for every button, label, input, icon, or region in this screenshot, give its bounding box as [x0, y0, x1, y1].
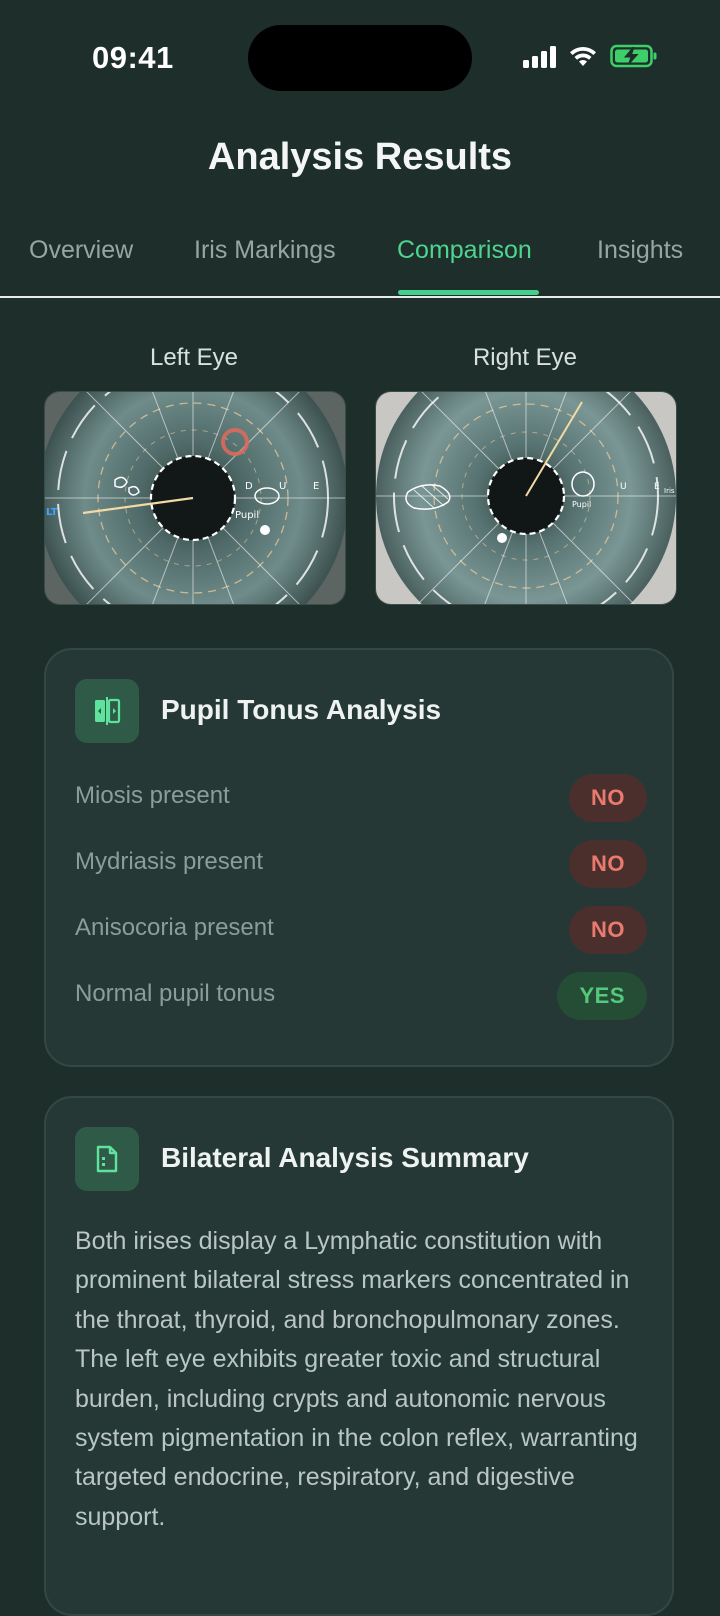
- status-time: 09:41: [92, 40, 174, 75]
- tonus-row-miosis: Miosis present NO: [75, 774, 647, 822]
- tonus-row-anisocoria: Anisocoria present NO: [75, 906, 647, 954]
- cellular-signal-icon: [523, 44, 556, 68]
- right-eye-overlay-e: E: [654, 482, 660, 492]
- status-icons: [523, 44, 658, 68]
- right-eye-overlay-u: U: [620, 482, 627, 492]
- left-eye-label: Left Eye: [149, 344, 239, 371]
- pupil-tonus-title: Pupil Tonus Analysis: [161, 694, 442, 725]
- status-badge: NO: [569, 906, 647, 954]
- left-eye-overlay-u: U: [279, 481, 286, 492]
- compare-icon: [75, 679, 139, 743]
- tab-bar: Overview Iris Markings Comparison Insigh…: [0, 226, 720, 298]
- status-badge: NO: [569, 774, 647, 822]
- left-eye-image[interactable]: LT D U E Pupil: [44, 391, 346, 605]
- page-title: Analysis Results: [207, 136, 513, 178]
- left-eye-overlay-pupil: Pupil: [235, 510, 259, 521]
- tonus-label: Miosis present: [75, 782, 230, 809]
- tab-insights[interactable]: Insights: [597, 236, 683, 265]
- summary-text: Both irises display a Lymphatic constitu…: [75, 1227, 638, 1531]
- left-eye-overlay-d: D: [245, 481, 253, 492]
- tab-overview[interactable]: Overview: [29, 236, 133, 265]
- document-icon: [75, 1127, 139, 1191]
- summary-title: Bilateral Analysis Summary: [161, 1142, 529, 1173]
- battery-charging-icon: [610, 44, 657, 68]
- tab-comparison[interactable]: Comparison: [397, 236, 532, 265]
- status-bar: 09:41: [0, 0, 720, 110]
- active-tab-indicator: [398, 290, 539, 295]
- status-badge: NO: [569, 840, 647, 888]
- tonus-label: Normal pupil tonus: [75, 980, 276, 1007]
- bilateral-summary-card: Bilateral Analysis Summary Both irises d…: [44, 1096, 674, 1616]
- left-eye-overlay-lt: LT: [46, 507, 58, 518]
- status-badge: YES: [557, 972, 647, 1020]
- right-eye-image[interactable]: U E Iris Pupil: [375, 391, 677, 605]
- tonus-label: Mydriasis present: [75, 848, 264, 875]
- right-eye-overlay-iris: Iris: [664, 487, 675, 495]
- left-eye-overlay-e: E: [313, 481, 319, 492]
- tonus-row-normal: Normal pupil tonus YES: [75, 972, 647, 1020]
- dynamic-island: [248, 25, 472, 91]
- wifi-icon: [570, 46, 596, 66]
- tonus-label: Anisocoria present: [75, 914, 274, 941]
- right-eye-overlay-pupil: Pupil: [572, 500, 591, 509]
- tab-iris-markings[interactable]: Iris Markings: [194, 236, 336, 265]
- tonus-row-mydriasis: Mydriasis present NO: [75, 840, 647, 888]
- pupil-tonus-card: Pupil Tonus Analysis Miosis present NO M…: [44, 648, 674, 1067]
- right-eye-label: Right Eye: [472, 344, 578, 371]
